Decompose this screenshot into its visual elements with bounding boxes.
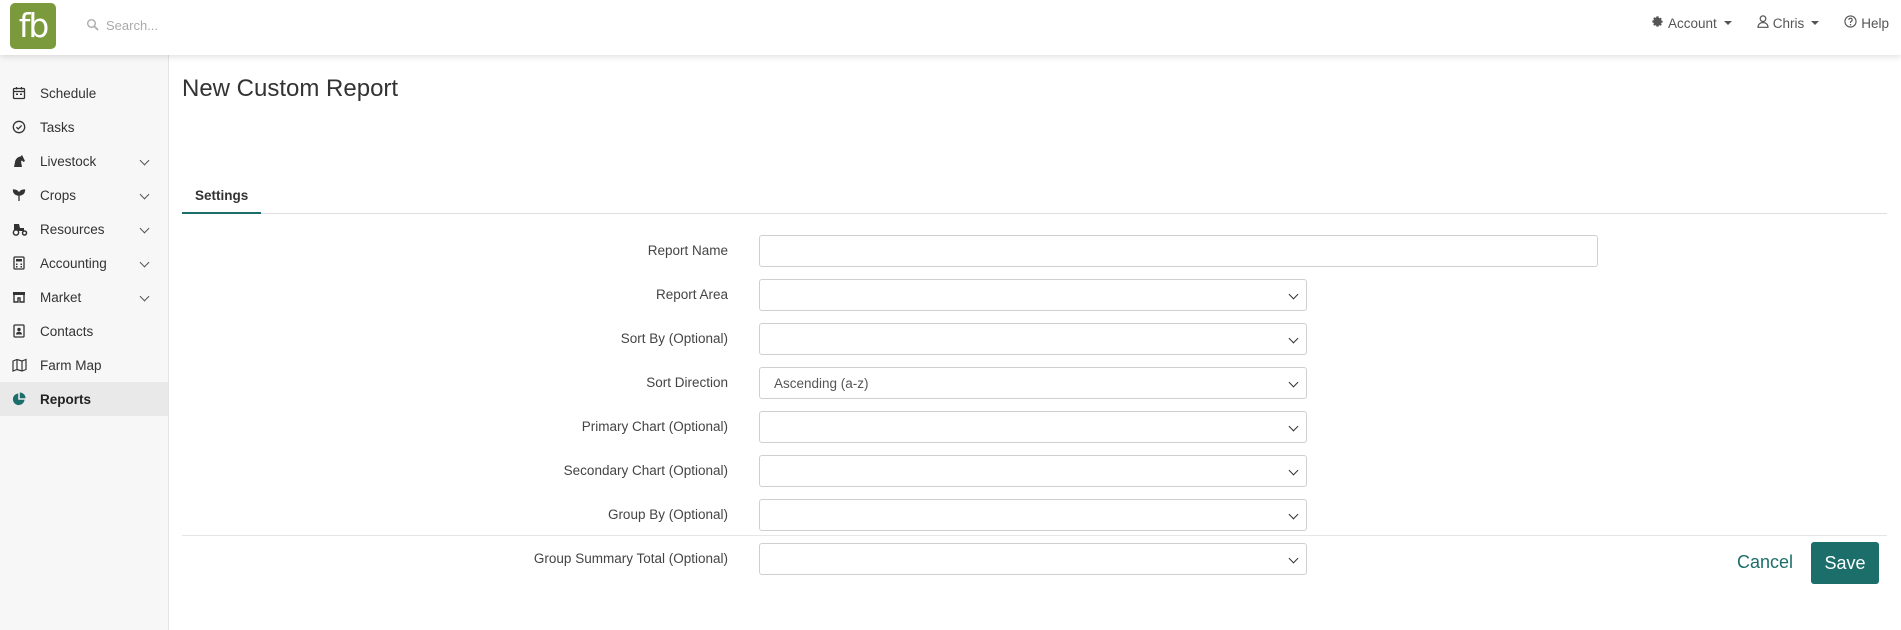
help-label: Help (1861, 15, 1889, 31)
form-row-sort-direction: Sort Direction Ascending (a-z) (182, 367, 1887, 399)
report-area-select[interactable] (759, 279, 1307, 311)
user-icon (1757, 15, 1769, 31)
group-by-label: Group By (Optional) (607, 507, 728, 522)
sidebar-item-resources[interactable]: Resources (0, 212, 168, 246)
help-link[interactable]: Help (1844, 15, 1889, 31)
pie-chart-icon (12, 392, 26, 406)
user-label: Chris (1772, 15, 1805, 31)
sidebar-item-market[interactable]: Market (0, 280, 168, 314)
chevron-down-icon (1288, 465, 1299, 476)
search-input[interactable] (106, 17, 406, 33)
search-box[interactable] (86, 14, 406, 36)
sidebar-item-label: Farm Map (40, 357, 102, 373)
gear-icon (1651, 15, 1664, 31)
form-row-report-name: Report Name (182, 235, 1887, 267)
sidebar-item-accounting[interactable]: Accounting (0, 246, 168, 280)
report-area-label: Report Area (655, 287, 728, 302)
sidebar-item-label: Contacts (40, 323, 94, 339)
search-icon (86, 18, 100, 32)
help-icon (1844, 15, 1857, 31)
chevron-down-icon (1288, 289, 1299, 300)
account-menu[interactable]: Account (1651, 15, 1732, 31)
cancel-button[interactable]: Cancel (1737, 552, 1793, 573)
save-button[interactable]: Save (1811, 542, 1879, 584)
tab-bar: Settings (182, 158, 1887, 214)
sidebar: Schedule Tasks Livestock Crops Resources… (0, 55, 169, 630)
account-label: Account (1667, 15, 1717, 31)
store-icon (12, 290, 26, 304)
form-row-sort-by: Sort By (Optional) (182, 323, 1887, 355)
caret-down-icon (1811, 21, 1820, 25)
form-row-secondary-chart: Secondary Chart (Optional) (182, 455, 1887, 487)
calculator-icon (12, 256, 26, 270)
horse-icon (12, 154, 26, 168)
seedling-icon (12, 188, 26, 202)
sidebar-item-label: Schedule (40, 85, 97, 101)
group-summary-total-select[interactable] (759, 543, 1307, 575)
sort-by-label: Sort By (Optional) (620, 331, 728, 346)
sidebar-item-schedule[interactable]: Schedule (0, 76, 168, 110)
check-circle-icon (12, 120, 26, 134)
group-summary-total-label: Group Summary Total (Optional) (533, 551, 728, 566)
sidebar-item-livestock[interactable]: Livestock (0, 144, 168, 178)
sidebar-item-label: Reports (40, 391, 92, 407)
caret-down-icon (1723, 21, 1732, 25)
secondary-chart-label: Secondary Chart (Optional) (563, 463, 728, 478)
sidebar-item-reports[interactable]: Reports (0, 382, 168, 416)
form-row-group-summary-total: Group Summary Total (Optional) (182, 543, 1887, 575)
top-nav: Account Chris Help (1651, 15, 1889, 31)
sort-direction-value: Ascending (a-z) (774, 375, 869, 391)
form-row-group-by: Group By (Optional) (182, 499, 1887, 531)
chevron-down-icon (1288, 333, 1299, 344)
calendar-icon (12, 86, 26, 100)
primary-chart-select[interactable] (759, 411, 1307, 443)
sidebar-item-farm-map[interactable]: Farm Map (0, 348, 168, 382)
sort-direction-select[interactable]: Ascending (a-z) (759, 367, 1307, 399)
chevron-down-icon (1288, 553, 1299, 564)
sort-direction-label: Sort Direction (646, 375, 728, 390)
chevron-down-icon (1288, 509, 1299, 520)
app-logo[interactable]: fb (10, 3, 56, 49)
primary-chart-label: Primary Chart (Optional) (581, 419, 728, 434)
report-name-input[interactable] (759, 235, 1598, 267)
top-bar: fb Account Chris Help (0, 0, 1901, 55)
form-divider (182, 535, 1887, 536)
chevron-down-icon (1288, 421, 1299, 432)
form-row-report-area: Report Area (182, 279, 1887, 311)
sort-by-select[interactable] (759, 323, 1307, 355)
sidebar-item-crops[interactable]: Crops (0, 178, 168, 212)
sidebar-item-label: Tasks (40, 119, 75, 135)
contact-card-icon (12, 324, 26, 338)
user-menu[interactable]: Chris (1757, 15, 1820, 31)
sidebar-item-tasks[interactable]: Tasks (0, 110, 168, 144)
map-icon (12, 358, 27, 372)
tab-settings[interactable]: Settings (182, 174, 262, 214)
secondary-chart-select[interactable] (759, 455, 1307, 487)
report-name-label: Report Name (647, 243, 728, 258)
form-row-primary-chart: Primary Chart (Optional) (182, 411, 1887, 443)
page-title: New Custom Report (182, 75, 399, 102)
group-by-select[interactable] (759, 499, 1307, 531)
sidebar-item-contacts[interactable]: Contacts (0, 314, 168, 348)
tractor-icon (12, 222, 28, 236)
